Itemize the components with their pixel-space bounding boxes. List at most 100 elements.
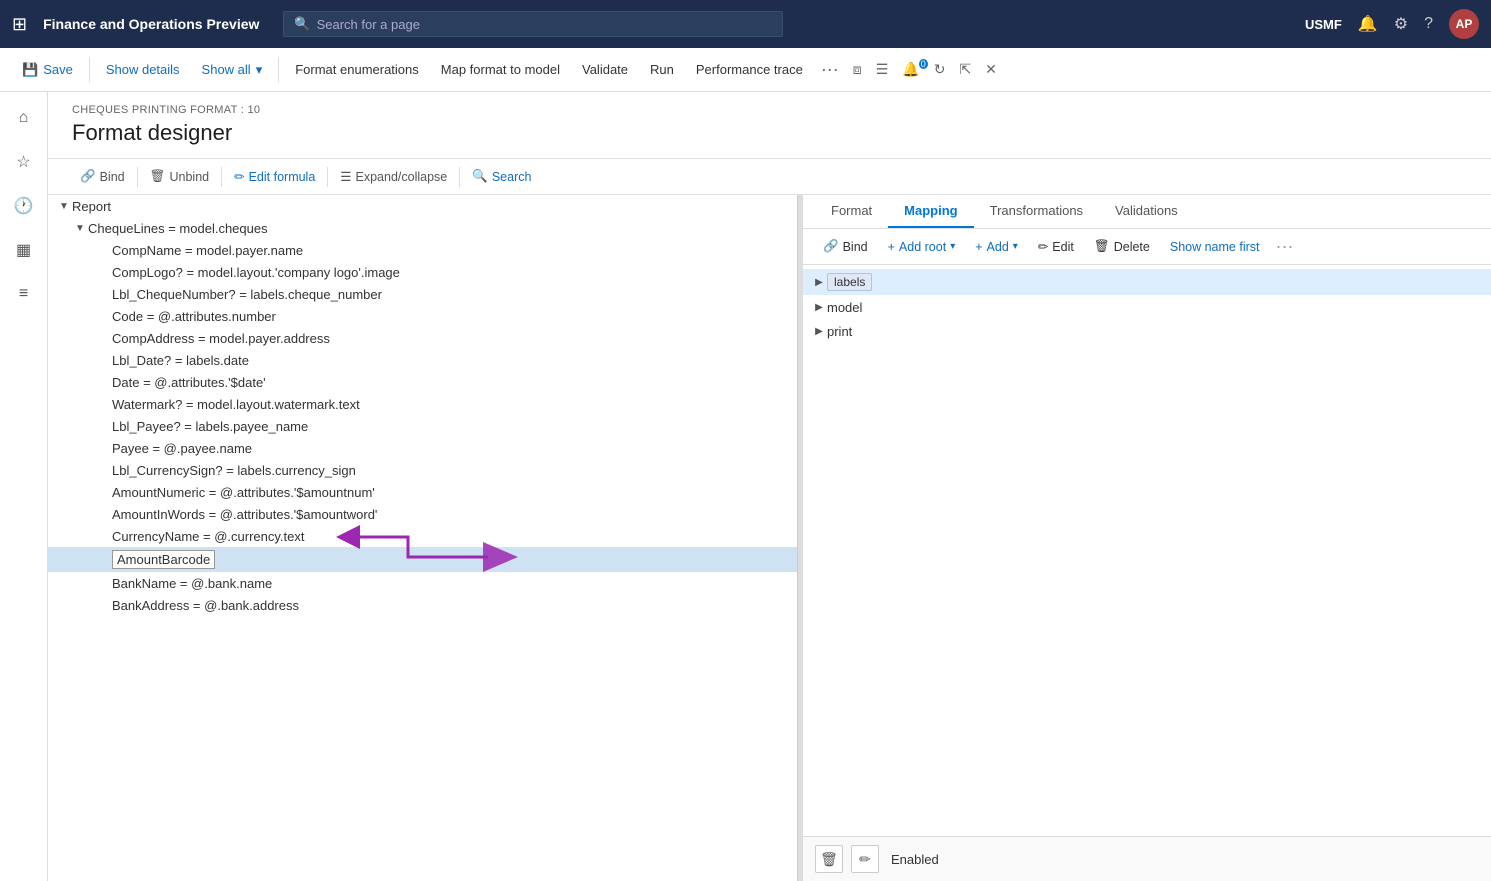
mapping-bind-button[interactable]: 🔗 Bind	[815, 235, 876, 258]
mapping-item-model[interactable]: ▶ model	[803, 295, 1491, 319]
tab-format[interactable]: Format	[815, 195, 888, 228]
page-title: Format designer	[72, 120, 1467, 146]
sidebar-list-icon[interactable]: ≡	[6, 276, 42, 312]
map-format-to-model-button[interactable]: Map format to model	[431, 57, 570, 82]
toggle-chequelines[interactable]: ▼	[72, 220, 88, 236]
sidebar-star-icon[interactable]: ☆	[6, 144, 42, 180]
tree-item-compaddress[interactable]: CompAddress = model.payer.address	[48, 327, 797, 349]
mapping-tabs: Format Mapping Transformations Validatio…	[803, 195, 1491, 229]
sidebar-calendar-icon[interactable]: ▦	[6, 232, 42, 268]
mapping-footer: 🗑 ✏ Enabled	[803, 836, 1491, 881]
toggle-model[interactable]: ▶	[811, 299, 827, 315]
mapping-more-icon[interactable]: ···	[1271, 236, 1297, 257]
save-button[interactable]: 💾 Save	[12, 57, 83, 83]
tree-item-lbldate[interactable]: Lbl_Date? = labels.date	[48, 349, 797, 371]
toolbar-close-icon[interactable]: ✕	[979, 61, 1003, 78]
toggle-labels[interactable]: ▶	[811, 274, 827, 290]
app-title: Finance and Operations Preview	[43, 16, 259, 32]
content-area: CHEQUES PRINTING FORMAT : 10 Format desi…	[48, 92, 1491, 881]
toolbar-extra-icon1[interactable]: ⧈	[847, 61, 868, 78]
tree-item-watermark[interactable]: Watermark? = model.layout.watermark.text	[48, 393, 797, 415]
tree-item-lblpayee[interactable]: Lbl_Payee? = labels.payee_name	[48, 415, 797, 437]
toolbar-notif-badge[interactable]: 🔔0	[896, 61, 925, 78]
expand-icon: ☰	[340, 169, 351, 184]
page-header: CHEQUES PRINTING FORMAT : 10 Format desi…	[48, 92, 1491, 159]
tree-item-amountinwords[interactable]: AmountInWords = @.attributes.'$amountwor…	[48, 503, 797, 525]
run-button[interactable]: Run	[640, 57, 684, 82]
sub-separator-3	[327, 167, 328, 187]
tree-item-bankaddress[interactable]: BankAddress = @.bank.address	[48, 594, 797, 616]
bind-button[interactable]: 🔗 Bind	[72, 165, 133, 188]
delete-button[interactable]: 🗑 Delete	[1086, 235, 1158, 258]
tab-mapping[interactable]: Mapping	[888, 195, 973, 228]
show-details-button[interactable]: Show details	[96, 57, 190, 82]
tree-item-lblcurrencysign[interactable]: Lbl_CurrencySign? = labels.currency_sign	[48, 459, 797, 481]
search-icon-sub: 🔍	[472, 169, 488, 184]
grid-icon[interactable]: ⊞	[12, 14, 27, 35]
tree-item-amountnumeric[interactable]: AmountNumeric = @.attributes.'$amountnum…	[48, 481, 797, 503]
tree-item-report[interactable]: ▼ Report	[48, 195, 797, 217]
toolbar-refresh-icon[interactable]: ↻	[928, 61, 952, 78]
show-name-first-button[interactable]: Show name first	[1162, 236, 1268, 258]
edit-button[interactable]: ✏ Edit	[1030, 235, 1082, 258]
footer-edit-button[interactable]: ✏	[851, 845, 879, 873]
org-label: USMF	[1305, 17, 1342, 32]
tree-item-bankname[interactable]: BankName = @.bank.name	[48, 572, 797, 594]
toolbar-separator-2	[278, 58, 279, 82]
toolbar-more-icon[interactable]: ···	[815, 59, 845, 80]
notification-icon[interactable]: 🔔	[1358, 14, 1378, 34]
mapping-item-print[interactable]: ▶ print	[803, 319, 1491, 343]
search-button[interactable]: 🔍 Search	[464, 165, 539, 188]
toolbar-expand-icon[interactable]: ⇱	[953, 61, 977, 78]
tree-item-lblchequenumber[interactable]: Lbl_ChequeNumber? = labels.cheque_number	[48, 283, 797, 305]
format-enumerations-button[interactable]: Format enumerations	[285, 57, 429, 82]
toggle-print[interactable]: ▶	[811, 323, 827, 339]
show-all-chevron: ▾	[256, 62, 263, 78]
help-icon[interactable]: ?	[1424, 15, 1433, 33]
breadcrumb: CHEQUES PRINTING FORMAT : 10	[72, 104, 1467, 116]
tab-transformations[interactable]: Transformations	[974, 195, 1099, 228]
tree-item-currencyname[interactable]: CurrencyName = @.currency.text	[48, 525, 797, 547]
top-nav-right: USMF 🔔 ⚙ ? AP	[1305, 9, 1479, 39]
sub-toolbar: 🔗 Bind 🗑 Unbind ✏ Edit formula ☰ Expand/…	[48, 159, 1491, 195]
tab-validations[interactable]: Validations	[1099, 195, 1194, 228]
tree-item-payee[interactable]: Payee = @.payee.name	[48, 437, 797, 459]
status-badge: Enabled	[891, 852, 939, 867]
sidebar-home-icon[interactable]: ⌂	[6, 100, 42, 136]
footer-delete-button[interactable]: 🗑	[815, 845, 843, 873]
tree-item-compname[interactable]: CompName = model.payer.name	[48, 239, 797, 261]
validate-button[interactable]: Validate	[572, 57, 638, 82]
mapping-tree: ▶ labels ▶ model ▶ print	[803, 265, 1491, 836]
toolbar-separator-1	[89, 58, 90, 82]
expand-collapse-button[interactable]: ☰ Expand/collapse	[332, 165, 455, 188]
tree-item-chequelines[interactable]: ▼ ChequeLines = model.cheques	[48, 217, 797, 239]
edit-icon: ✏	[234, 169, 244, 184]
unbind-icon: 🗑	[150, 169, 166, 184]
tree-pane: ▼ Report ▼ ChequeLines = model.cheques C…	[48, 195, 798, 881]
mapping-item-labels[interactable]: ▶ labels	[803, 269, 1491, 295]
global-search[interactable]: 🔍 Search for a page	[283, 11, 783, 37]
toolbar-extra-icon2[interactable]: ☰	[870, 61, 895, 78]
sub-separator-2	[221, 167, 222, 187]
add-button[interactable]: + Add ▾	[967, 236, 1026, 258]
performance-trace-button[interactable]: Performance trace	[686, 57, 813, 82]
main-area: ⌂ ☆ 🕐 ▦ ≡ CHEQUES PRINTING FORMAT : 10 F…	[0, 92, 1491, 881]
sidebar-clock-icon[interactable]: 🕐	[6, 188, 42, 224]
edit-formula-button[interactable]: ✏ Edit formula	[226, 165, 323, 188]
pencil-icon: ✏	[1038, 239, 1048, 254]
tree-item-amountbarcode[interactable]: AmountBarcode	[48, 547, 797, 572]
add-root-chevron: ▾	[950, 241, 955, 252]
add-root-button[interactable]: + Add root ▾	[880, 236, 964, 258]
tree-item-date[interactable]: Date = @.attributes.'$date'	[48, 371, 797, 393]
mapping-pane: Format Mapping Transformations Validatio…	[803, 195, 1491, 881]
toggle-report[interactable]: ▼	[56, 198, 72, 214]
add-chevron: ▾	[1013, 241, 1018, 252]
tree-item-code[interactable]: Code = @.attributes.number	[48, 305, 797, 327]
avatar[interactable]: AP	[1449, 9, 1479, 39]
settings-icon[interactable]: ⚙	[1394, 14, 1408, 34]
show-all-button[interactable]: Show all ▾	[192, 57, 273, 83]
link-icon: 🔗	[80, 169, 96, 184]
left-sidebar: ⌂ ☆ 🕐 ▦ ≡	[0, 92, 48, 881]
tree-item-complogo[interactable]: CompLogo? = model.layout.'company logo'.…	[48, 261, 797, 283]
unbind-button[interactable]: 🗑 Unbind	[142, 165, 218, 188]
